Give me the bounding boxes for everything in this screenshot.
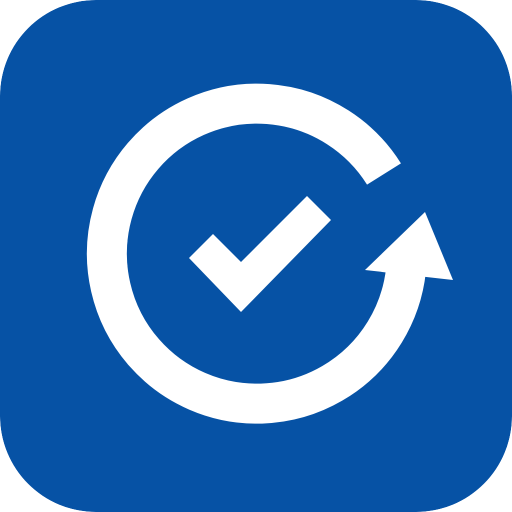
sync-check-icon <box>0 0 512 512</box>
app-icon[interactable] <box>0 0 512 512</box>
